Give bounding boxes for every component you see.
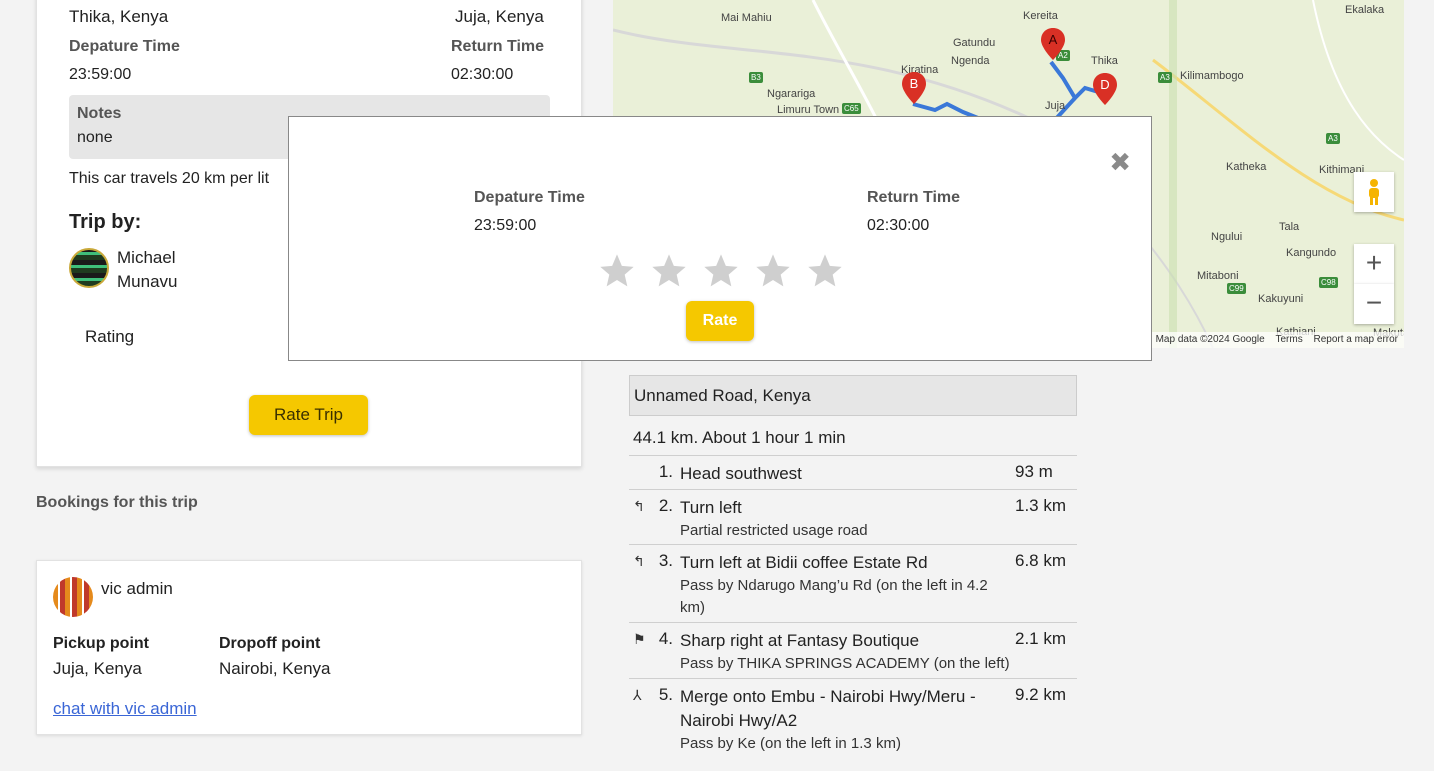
modal-return-value: 02:30:00 xyxy=(867,217,930,234)
star-icon[interactable] xyxy=(701,251,741,291)
star-icon[interactable] xyxy=(805,251,845,291)
modal-departure-label: Depature Time xyxy=(474,189,585,206)
star-icon[interactable] xyxy=(753,251,793,291)
modal-return-label: Return Time xyxy=(867,189,961,206)
star-icon[interactable] xyxy=(597,251,637,291)
modal-departure-value: 23:59:00 xyxy=(474,217,537,234)
close-icon[interactable]: ✖ xyxy=(1109,147,1131,178)
star-icon[interactable] xyxy=(649,251,689,291)
star-rating xyxy=(597,251,847,291)
rate-trip-modal: ✖ Depature Time 23:59:00 Return Time 02:… xyxy=(288,116,1152,361)
rate-button[interactable]: Rate xyxy=(686,301,754,341)
